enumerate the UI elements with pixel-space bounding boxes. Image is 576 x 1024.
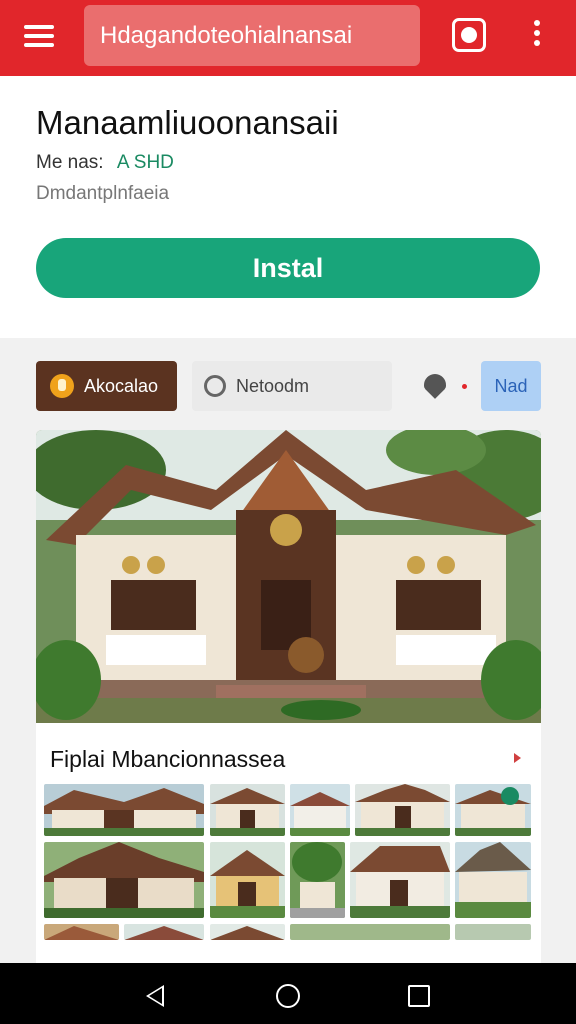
app-category: Dmdantplnfaeia <box>36 183 170 204</box>
gallery-thumbnail[interactable] <box>455 924 531 940</box>
gallery-thumbnail[interactable] <box>355 784 450 836</box>
gallery-thumbnail[interactable] <box>455 842 531 918</box>
notification-dot <box>462 384 467 389</box>
filter-chip[interactable]: Netoodm <box>192 361 392 411</box>
gallery-thumbnail[interactable] <box>210 842 285 918</box>
badge-icon <box>50 374 74 398</box>
gallery-thumbnail[interactable] <box>290 924 450 940</box>
more-vert-icon[interactable] <box>530 18 544 52</box>
gallery-thumbnail[interactable] <box>290 842 345 918</box>
chevron-right-icon[interactable] <box>514 753 521 763</box>
menu-icon[interactable] <box>22 22 56 52</box>
gallery-thumbnail[interactable] <box>290 784 350 836</box>
gallery-title: Fiplai Mbancionnassea <box>50 746 286 772</box>
wishlist-icon[interactable] <box>422 374 448 400</box>
filter-chip-label: Netoodm <box>236 375 310 396</box>
rating-label: A SHD <box>116 152 174 173</box>
gallery-thumbnail[interactable] <box>44 924 119 940</box>
globe-icon <box>204 375 226 397</box>
app-meta: Me nas: A SHD <box>36 152 174 174</box>
gallery-thumbnail[interactable] <box>44 784 204 836</box>
action-chip[interactable]: Nad <box>481 361 541 411</box>
back-icon[interactable] <box>146 985 164 1007</box>
camera-icon[interactable] <box>452 18 486 52</box>
recents-icon[interactable] <box>408 985 430 1007</box>
app-header-card: Manaamliuoonansaii Me nas: A SHD Dmdantp… <box>0 76 576 338</box>
category-chip-label: Akocalao <box>84 375 159 396</box>
hero-image[interactable] <box>36 430 541 723</box>
gallery-thumbnail[interactable] <box>124 924 204 940</box>
gallery-thumbnail[interactable] <box>210 784 285 836</box>
developer-name[interactable]: Me nas: <box>36 152 104 173</box>
gallery-thumbnail[interactable] <box>350 842 450 918</box>
app-title: Manaamliuoonansaii <box>36 104 339 141</box>
search-text: Hdagandoteohialnansai <box>100 21 353 49</box>
search-input[interactable]: Hdagandoteohialnansai <box>84 5 420 66</box>
gallery-thumbnail[interactable] <box>210 924 285 940</box>
home-icon[interactable] <box>276 984 300 1008</box>
gallery-thumbnail[interactable] <box>44 842 204 918</box>
category-chip[interactable]: Akocalao <box>36 361 177 411</box>
gallery-thumbnail[interactable] <box>455 784 531 836</box>
install-button[interactable]: Instal <box>36 238 540 298</box>
